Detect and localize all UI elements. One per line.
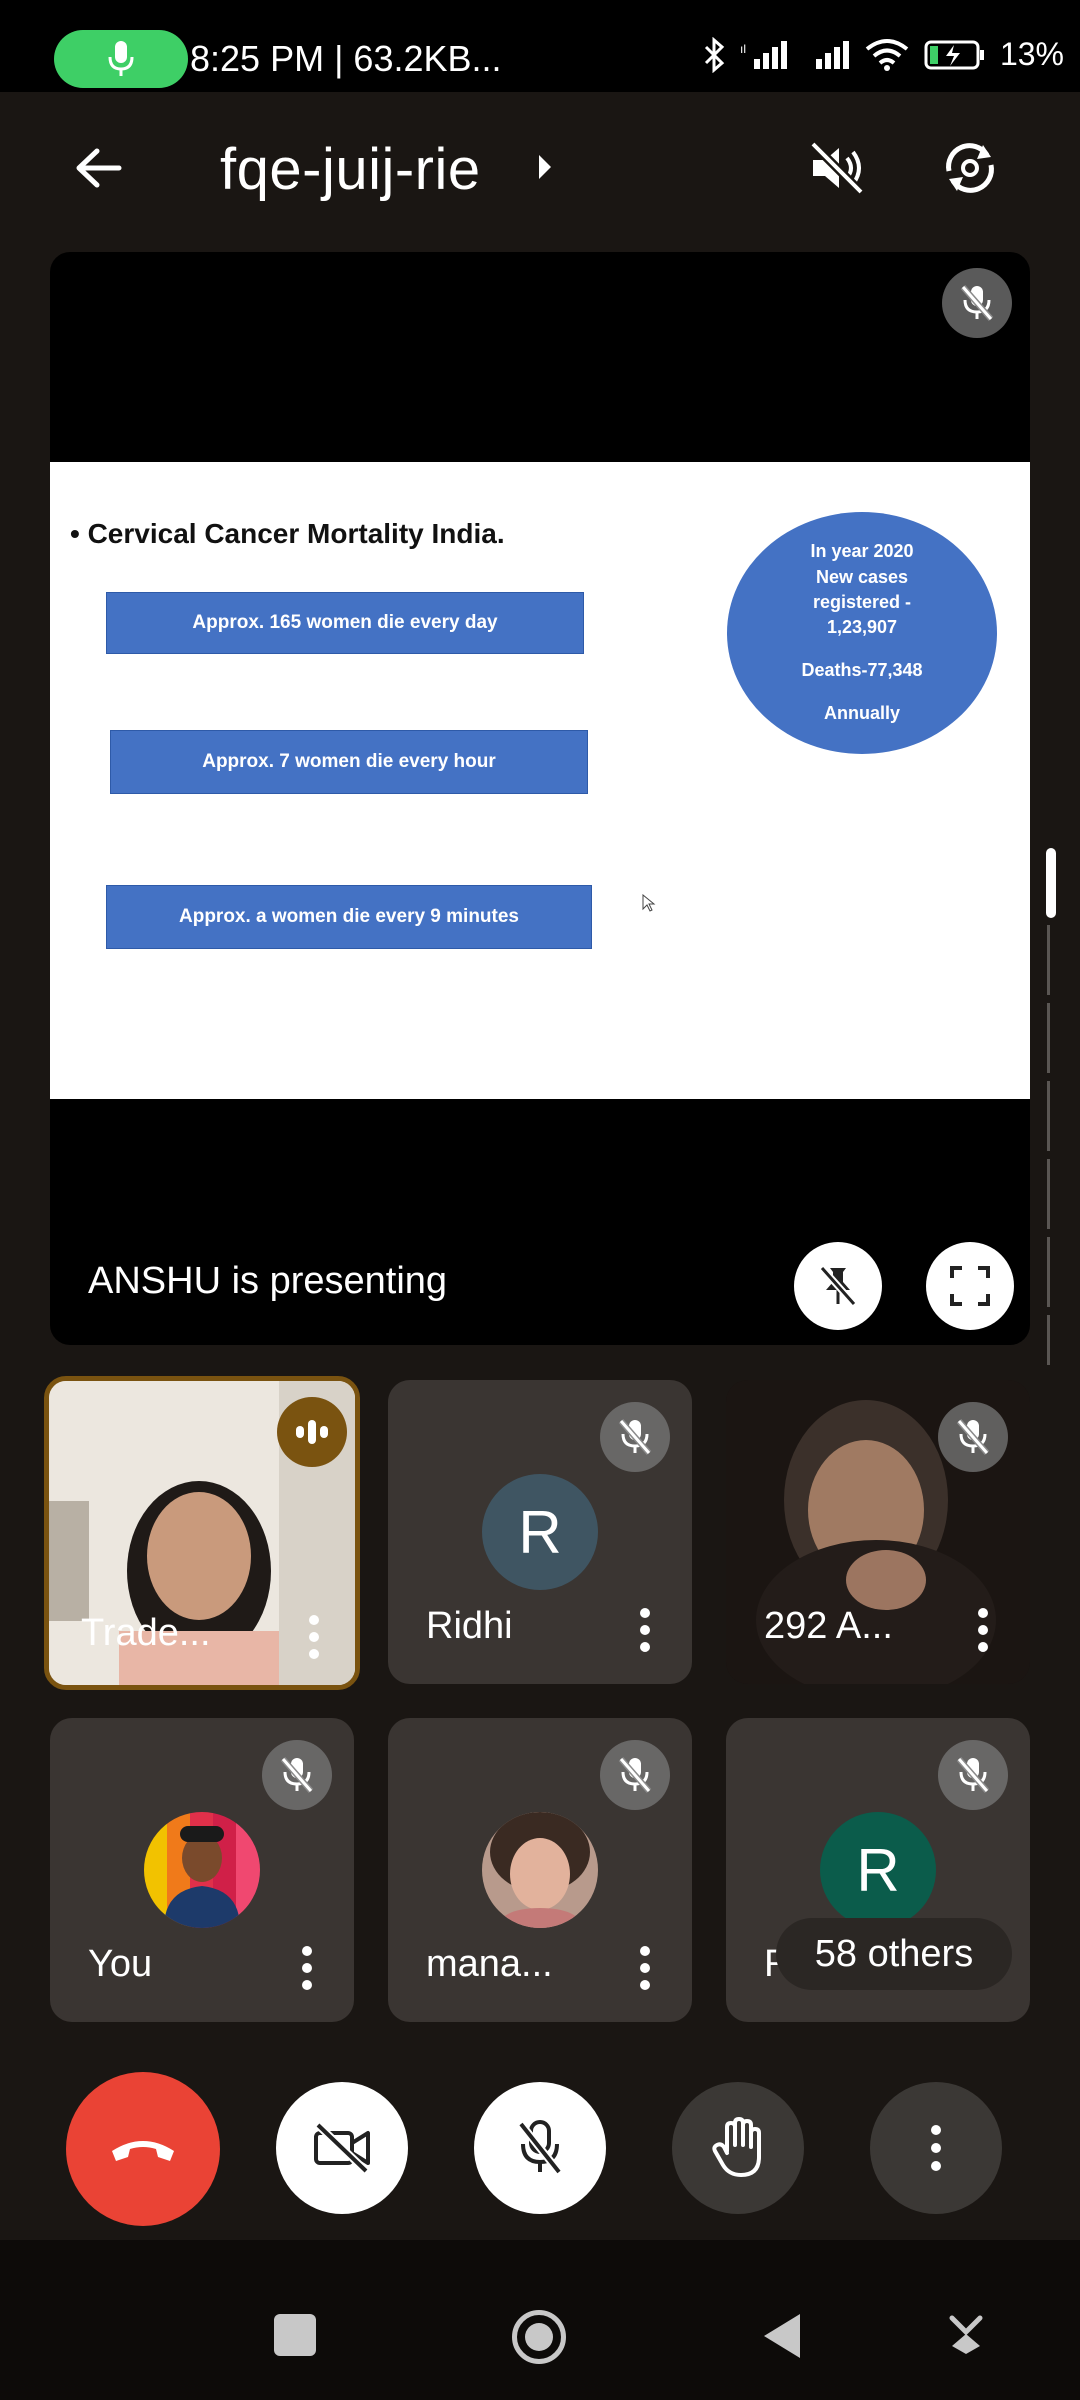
mic-active-indicator[interactable]: [54, 30, 188, 88]
back-nav-button[interactable]: [760, 2310, 804, 2362]
status-time-data: 8:25 PM | 63.2KB...: [190, 38, 502, 79]
mic-off-icon: [956, 1419, 990, 1455]
avatar: [144, 1812, 260, 1928]
back-button[interactable]: [58, 128, 138, 208]
arrow-left-icon: [76, 148, 122, 188]
camera-switch-icon: [946, 143, 994, 193]
mic-toggle-button[interactable]: [474, 2082, 606, 2214]
speaking-indicator: [277, 1397, 347, 1467]
participant-tile-you[interactable]: You: [50, 1718, 354, 2022]
mic-off-icon: [517, 2120, 563, 2175]
audio-output-button[interactable]: [797, 128, 877, 208]
participant-name: mana...: [426, 1943, 553, 1985]
slide-box-per-hour: Approx. 7 women die every hour: [110, 730, 588, 794]
svg-text:ıl: ıl: [740, 42, 746, 56]
mic-off-icon: [956, 1757, 990, 1793]
recents-button[interactable]: [274, 2314, 316, 2356]
participant-tile-trade[interactable]: Trade...: [44, 1376, 360, 1690]
speaker-off-icon: [809, 140, 865, 196]
avatar: [482, 1812, 598, 1928]
participant-more-button[interactable]: [640, 1946, 650, 1990]
signal-icon-2: [815, 40, 849, 69]
audio-level-icon: [296, 1420, 328, 1444]
hang-up-icon: [112, 2141, 174, 2161]
mic-off-icon: [280, 1757, 314, 1793]
participant-muted-badge: [938, 1740, 1008, 1810]
participant-name: 292 A...: [764, 1605, 893, 1647]
participant-name: Trade...: [81, 1612, 211, 1654]
ellipse-line: registered -: [812, 591, 912, 612]
participant-more-button[interactable]: [640, 1608, 650, 1652]
shared-slide: • Cervical Cancer Mortality India. Appro…: [50, 462, 1030, 1099]
battery-icon: [924, 40, 984, 69]
participant-tile-292[interactable]: 292 A...: [726, 1380, 1030, 1684]
mic-off-icon: [618, 1419, 652, 1455]
mic-icon: [108, 41, 134, 76]
more-vert-icon: [931, 2125, 941, 2171]
scroll-thumb[interactable]: [1046, 848, 1056, 918]
slide-stats-ellipse: In year 2020 New cases registered - 1,23…: [727, 512, 997, 754]
participant-muted-badge: [262, 1740, 332, 1810]
mic-off-icon: [618, 1757, 652, 1793]
ellipse-line: 1,23,907: [826, 617, 898, 637]
avatar: R: [820, 1812, 936, 1928]
status-icons: ıl 13%: [702, 36, 1064, 73]
ellipse-line: New cases: [815, 566, 909, 587]
participant-name: You: [88, 1943, 153, 1985]
participant-tile-others[interactable]: R Ro... 58 others: [726, 1718, 1030, 2022]
participant-more-button[interactable]: [309, 1615, 319, 1659]
participant-muted-badge: [600, 1740, 670, 1810]
participant-more-button[interactable]: [302, 1946, 312, 1990]
signal-icon: ıl: [740, 40, 787, 69]
more-options-button[interactable]: [870, 2082, 1002, 2214]
presentation-panel[interactable]: • Cervical Cancer Mortality India. Appro…: [50, 252, 1030, 1345]
slide-box-per-minutes: Approx. a women die every 9 minutes: [106, 885, 592, 949]
camera-toggle-button[interactable]: [276, 2082, 408, 2214]
fullscreen-button[interactable]: [926, 1242, 1014, 1330]
ellipse-line: Annually: [823, 703, 900, 724]
end-call-button[interactable]: [66, 2072, 220, 2226]
caret-right-icon[interactable]: [536, 150, 554, 189]
mouse-pointer-icon: [642, 894, 656, 912]
participant-name: Ridhi: [426, 1605, 513, 1647]
participant-tile-mana[interactable]: mana...: [388, 1718, 692, 2022]
raise-hand-icon: [712, 2117, 761, 2177]
ellipse-line: Deaths-77,348: [801, 660, 923, 681]
bluetooth-icon: [704, 36, 725, 73]
participant-more-button[interactable]: [978, 1608, 988, 1652]
raise-hand-button[interactable]: [672, 2082, 804, 2214]
pin-off-icon: [819, 1265, 857, 1307]
unpin-button[interactable]: [794, 1242, 882, 1330]
nav-dismiss-icon[interactable]: [948, 2314, 984, 2356]
participant-muted-badge: [938, 1402, 1008, 1472]
camera-off-icon: [314, 2122, 370, 2174]
slide-box-per-day: Approx. 165 women die every day: [106, 592, 584, 654]
battery-percent: 13%: [999, 36, 1064, 72]
participant-tile-ridhi[interactable]: R Ridhi: [388, 1380, 692, 1684]
home-dot: [525, 2323, 553, 2351]
others-count-chip[interactable]: 58 others: [776, 1918, 1012, 1990]
slide-title: • Cervical Cancer Mortality India.: [70, 518, 505, 549]
ellipse-line: In year 2020: [810, 541, 914, 562]
home-button[interactable]: [512, 2310, 566, 2364]
fullscreen-icon: [950, 1266, 990, 1306]
scroll-track[interactable]: [1047, 925, 1055, 1425]
avatar: R: [482, 1474, 598, 1590]
wifi-icon: [865, 38, 909, 71]
presenter-label: ANSHU is presenting: [88, 1260, 448, 1302]
switch-camera-button[interactable]: [930, 128, 1010, 208]
meeting-code[interactable]: fqe-juij-rie: [220, 136, 481, 203]
presenter-muted-badge: [942, 268, 1012, 338]
mic-off-icon: [960, 285, 994, 321]
participant-muted-badge: [600, 1402, 670, 1472]
